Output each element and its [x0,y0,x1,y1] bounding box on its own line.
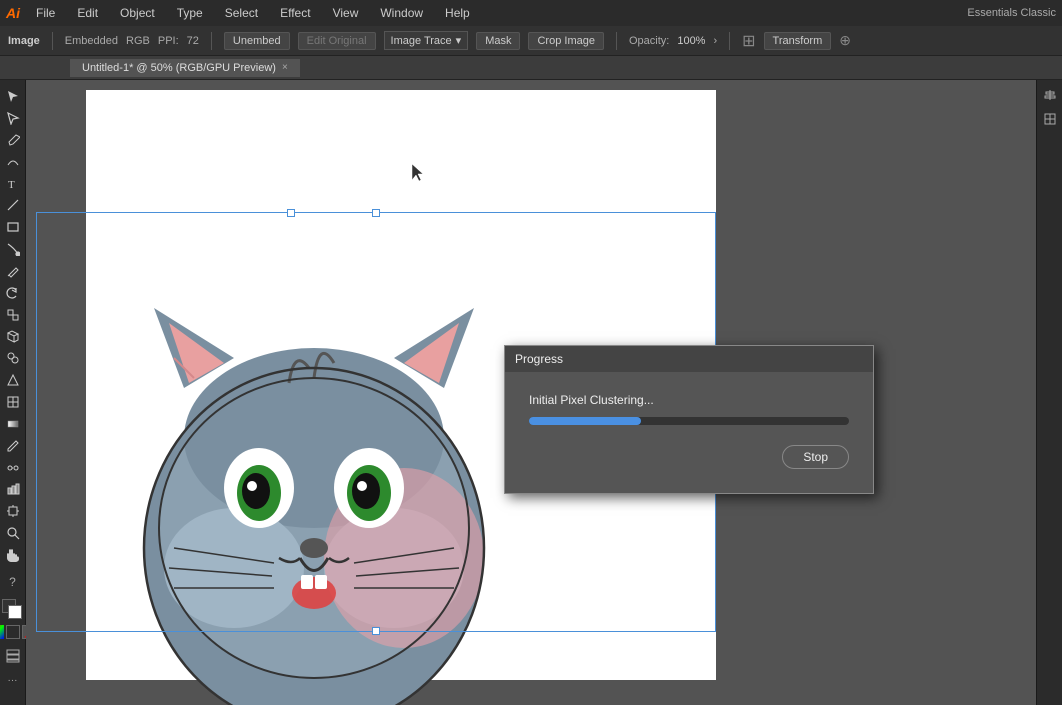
line-tool[interactable] [2,195,24,215]
pencil-tool[interactable] [2,261,24,281]
rectangle-tool[interactable] [2,217,24,237]
dialog-footer: Stop [529,445,849,473]
separator-3 [616,32,617,50]
svg-text:T: T [8,179,15,190]
edit-original-button[interactable]: Edit Original [298,32,376,50]
dialog-body: Initial Pixel Clustering... Stop [505,373,873,493]
menu-edit[interactable]: Edit [73,4,102,22]
transform-button[interactable]: Transform [764,32,832,50]
cat-illustration [94,228,534,705]
menu-select[interactable]: Select [221,4,262,22]
dialog-status-text: Initial Pixel Clustering... [529,393,849,407]
right-section: Essentials Classic [967,7,1056,19]
opacity-value: 100% [677,35,705,47]
dialog-title: Progress [515,352,563,366]
rotate-tool[interactable] [2,283,24,303]
color-mode-button[interactable] [0,625,4,639]
blend-tool[interactable] [2,458,24,478]
tab-close-button[interactable]: × [282,62,288,73]
scale-tool[interactable] [2,305,24,325]
workspace-label: Essentials Classic [967,7,1056,19]
extra-tools-button[interactable]: ··· [2,669,24,691]
direct-selection-tool[interactable] [2,108,24,128]
hand-tool[interactable] [2,545,24,565]
layers-panel-button[interactable] [2,645,24,667]
separator-2 [211,32,212,50]
menu-window[interactable]: Window [376,4,427,22]
free-transform-tool[interactable] [2,326,24,346]
graph-tool[interactable] [2,479,24,499]
menu-effect[interactable]: Effect [276,4,314,22]
color-mode-label: RGB [126,35,150,47]
mask-button[interactable]: Mask [476,32,520,50]
document-tab[interactable]: Untitled-1* @ 50% (RGB/GPU Preview) × [70,59,300,77]
unembed-button[interactable]: Unembed [224,32,290,50]
menu-view[interactable]: View [329,4,363,22]
align-icon: ⊞ [742,31,755,51]
separator-4 [729,32,730,50]
right-panel [1036,80,1062,705]
gradient-tool[interactable] [2,414,24,434]
ppi-label: PPI: [158,35,179,47]
help-button[interactable]: ? [2,571,24,593]
menu-items: File Edit Object Type Select Effect View… [32,4,967,22]
paintbrush-tool[interactable] [2,239,24,259]
app-logo: Ai [6,5,20,21]
props-bar: Image Embedded RGB PPI: 72 Unembed Edit … [0,26,1062,56]
zoom-tool[interactable] [2,523,24,543]
more-options-icon[interactable]: › [713,35,717,47]
opacity-label: Opacity: [629,35,669,47]
tab-title: Untitled-1* @ 50% (RGB/GPU Preview) [82,62,276,74]
canvas-area[interactable]: Progress Initial Pixel Clustering... Sto… [26,80,1036,705]
artboard-tool[interactable] [2,501,24,521]
align-panel-button[interactable] [1039,84,1061,106]
mesh-tool[interactable] [2,392,24,412]
menu-help[interactable]: Help [441,4,474,22]
progress-bar-background [529,417,849,425]
menu-object[interactable]: Object [116,4,159,22]
menu-bar: Ai File Edit Object Type Select Effect V… [0,0,1062,26]
fill-stroke-indicator[interactable] [2,599,24,621]
live-paint-tool[interactable] [2,370,24,390]
transform-icon: ⊕ [839,32,851,49]
pen-tool[interactable] [2,130,24,150]
separator-1 [52,32,53,50]
left-toolbar: T [0,80,26,705]
gradient-mode-button[interactable] [6,625,20,639]
menu-file[interactable]: File [32,4,59,22]
context-label: Image [8,35,40,47]
selection-tool[interactable] [2,86,24,106]
tab-bar: Untitled-1* @ 50% (RGB/GPU Preview) × [0,56,1062,80]
ppi-value: 72 [187,35,199,47]
progress-bar-fill [529,417,641,425]
shape-builder-tool[interactable] [2,348,24,368]
curvature-tool[interactable] [2,152,24,172]
eyedropper-tool[interactable] [2,436,24,456]
dialog-titlebar: Progress [505,346,873,373]
crop-image-button[interactable]: Crop Image [528,32,603,50]
image-trace-dropdown[interactable]: Image Trace ▾ [384,31,469,50]
transform-panel-button[interactable] [1039,108,1061,130]
type-tool[interactable]: T [2,173,24,193]
progress-dialog: Progress Initial Pixel Clustering... Sto… [504,345,874,494]
menu-type[interactable]: Type [173,4,207,22]
main-layout: T [0,80,1062,705]
stop-button[interactable]: Stop [782,445,849,469]
embedded-label: Embedded [65,35,118,47]
